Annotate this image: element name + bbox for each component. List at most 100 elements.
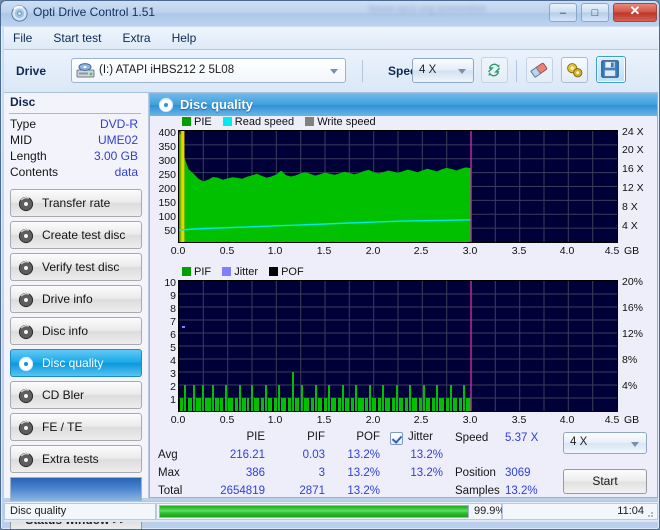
minimize-button[interactable]: – bbox=[548, 3, 577, 22]
stats-header-pif: PIF bbox=[307, 431, 325, 443]
jitter-checkbox[interactable] bbox=[390, 432, 403, 445]
divider bbox=[9, 113, 141, 114]
disc-icon bbox=[18, 388, 34, 404]
minimize-icon: – bbox=[559, 7, 566, 19]
stats-header-jitter: Jitter bbox=[408, 431, 433, 443]
pie-plot-svg bbox=[178, 131, 617, 242]
pie-ytick-400: 400 bbox=[158, 127, 176, 139]
main-panel: Disc quality PIE Read speed Write speed … bbox=[149, 93, 658, 498]
settings-button[interactable] bbox=[561, 57, 588, 83]
legend-label-read-speed: Read speed bbox=[234, 116, 295, 128]
close-button[interactable]: ✕ bbox=[613, 3, 657, 22]
stats-max-jitter: 13.2% bbox=[410, 467, 443, 479]
pif-xtick-35: 3.5 bbox=[511, 414, 527, 426]
drive-select[interactable]: (I:) ATAPI iHBS212 2 5L08 bbox=[71, 58, 346, 83]
sidebar-item-label: Drive info bbox=[42, 292, 93, 306]
disc-key: Type bbox=[10, 117, 37, 131]
pif-ytick-4: 4 bbox=[170, 355, 176, 367]
sidebar-item-cd-bler[interactable]: CD Bler bbox=[10, 381, 142, 409]
menu-extra[interactable]: Extra bbox=[114, 27, 160, 49]
menu-file[interactable]: File bbox=[4, 27, 41, 49]
sidebar-item-create-test-disc[interactable]: Create test disc bbox=[10, 221, 142, 249]
sidebar-item-label: Verify test disc bbox=[42, 260, 120, 274]
maximize-icon: □ bbox=[591, 7, 599, 19]
sidebar-item-fe-te[interactable]: FE / TE bbox=[10, 413, 142, 441]
legend-label-pif: PIF bbox=[194, 266, 212, 278]
stats-speed-value: 5.37 X bbox=[505, 432, 539, 444]
pif-xtick-40: 4.0 bbox=[559, 414, 575, 426]
stats-header-pie: PIE bbox=[246, 431, 265, 443]
drive-value: (I:) ATAPI iHBS212 2 5L08 bbox=[99, 64, 235, 76]
drive-label: Drive bbox=[16, 64, 47, 78]
sidebar-item-extra-tests[interactable]: Extra tests bbox=[10, 445, 142, 473]
legend-label-pof: POF bbox=[281, 266, 304, 278]
stats-avg-pif: 0.03 bbox=[302, 449, 325, 461]
pif-plot-svg bbox=[179, 281, 617, 411]
maximize-button[interactable]: □ bbox=[580, 3, 609, 22]
disc-icon bbox=[11, 5, 28, 22]
window-title: Opti Drive Control 1.51 bbox=[33, 5, 156, 19]
disc-icon bbox=[18, 260, 34, 276]
menu-start-test[interactable]: Start test bbox=[44, 27, 110, 49]
pie-xtick-20: 2.0 bbox=[365, 245, 381, 257]
sidebar-item-verify-test-disc[interactable]: Verify test disc bbox=[10, 253, 142, 281]
speed-select[interactable]: 4 X bbox=[412, 58, 474, 83]
close-icon: ✕ bbox=[629, 3, 641, 18]
pie-y2tick-16x: 16 X bbox=[622, 163, 644, 175]
legend-swatch-read-speed bbox=[222, 117, 232, 126]
disc-icon bbox=[18, 356, 34, 372]
pif-xtick-20: 2.0 bbox=[365, 414, 381, 426]
stats-avg-pof: 13.2% bbox=[347, 449, 380, 461]
title-watermark: forum.rpc1.org screenshot bbox=[369, 4, 486, 15]
pie-xtick-15: 1.5 bbox=[316, 245, 332, 257]
menu-help[interactable]: Help bbox=[163, 27, 206, 49]
toolbar-separator-1 bbox=[362, 60, 363, 82]
disc-value: 3.00 GB bbox=[93, 149, 138, 163]
pie-xtick-05: 0.5 bbox=[219, 245, 235, 257]
sidebar-item-label: CD Bler bbox=[42, 388, 85, 402]
disc-icon bbox=[18, 228, 34, 244]
pie-y2tick-12x: 12 X bbox=[622, 182, 644, 194]
pif-xtick-25: 2.5 bbox=[413, 414, 429, 426]
pif-ytick-7: 7 bbox=[170, 316, 176, 328]
stats-position-label: Position bbox=[455, 467, 496, 479]
pif-xtick-45: 4.5 bbox=[604, 414, 620, 426]
sidebar: Disc Type DVD-R MID UME02 Length 3.00 GB… bbox=[4, 93, 149, 529]
pie-chart: PIE Read speed Write speed 400 350 300 2… bbox=[150, 116, 657, 264]
legend-swatch-pie bbox=[182, 117, 191, 126]
pif-y2tick-16: 16% bbox=[622, 302, 644, 314]
legend-label-write-speed: Write speed bbox=[317, 116, 376, 128]
pif-xtick-10: 1.0 bbox=[267, 414, 283, 426]
legend-swatch-jitter bbox=[222, 267, 232, 276]
elapsed-time-label: 11:04 bbox=[617, 505, 644, 517]
pie-xtick-45: 4.5 bbox=[604, 245, 620, 257]
save-button[interactable] bbox=[596, 56, 626, 83]
refresh-drive-button[interactable] bbox=[481, 57, 508, 83]
pie-y2tick-8x: 8 X bbox=[622, 201, 638, 213]
start-button[interactable]: Start bbox=[563, 469, 647, 494]
sidebar-item-disc-quality[interactable]: Disc quality bbox=[10, 349, 142, 377]
pie-xtick-40: 4.0 bbox=[559, 245, 575, 257]
stats-max-pif: 3 bbox=[318, 467, 325, 479]
pie-xtick-10: 1.0 bbox=[267, 245, 283, 257]
test-speed-select[interactable]: 4 X bbox=[563, 432, 647, 454]
disc-row-contents: Contents data bbox=[10, 165, 142, 181]
disc-quality-icon bbox=[158, 97, 174, 113]
progress-bar bbox=[159, 505, 469, 518]
stats-row-label-max: Max bbox=[158, 467, 180, 479]
disc-key: Length bbox=[10, 149, 47, 163]
resize-grip-icon[interactable] bbox=[644, 509, 655, 520]
stats-samples-label: Samples bbox=[455, 485, 500, 497]
pif-plot-area bbox=[178, 280, 618, 412]
legend-label-jitter: Jitter bbox=[234, 266, 259, 278]
eraser-button[interactable] bbox=[526, 57, 553, 83]
legend-swatch-pif bbox=[182, 267, 191, 276]
sidebar-item-transfer-rate[interactable]: Transfer rate bbox=[10, 189, 142, 217]
sidebar-item-drive-info[interactable]: Drive info bbox=[10, 285, 142, 313]
pif-xtick-05: 0.5 bbox=[219, 414, 235, 426]
pif-y2tick-12: 12% bbox=[622, 328, 644, 340]
speed-value: 4 X bbox=[419, 64, 437, 76]
sidebar-item-disc-info[interactable]: Disc info bbox=[10, 317, 142, 345]
status-bar: Disc quality 99.9% 11:04 bbox=[4, 501, 658, 522]
page-title: Disc quality bbox=[180, 97, 253, 112]
